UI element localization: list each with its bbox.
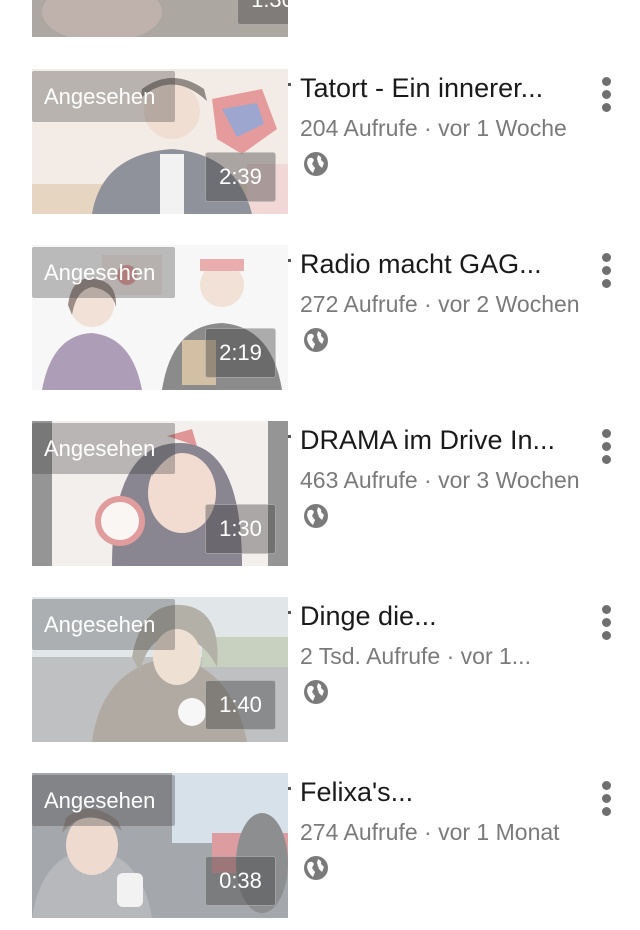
title-marker: [288, 83, 291, 86]
video-item[interactable]: Angesehen 0:38 Felixa's... 274 Aufrufe ·…: [0, 773, 640, 918]
video-list: 1:30 Angesehen 2:39 Tatort - Ein innerer…: [0, 0, 640, 930]
video-title[interactable]: Radio macht GAG...: [300, 245, 582, 283]
video-duration: 2:19: [205, 328, 276, 378]
video-thumbnail[interactable]: 1:30: [32, 0, 288, 37]
video-item[interactable]: Angesehen 2:39 Tatort - Ein innerer... 2…: [0, 69, 640, 214]
video-duration: 1:40: [205, 680, 276, 730]
video-item-partial[interactable]: 1:30: [0, 0, 640, 37]
video-item[interactable]: Angesehen 1:40 Dinge die... 2 Tsd. Aufru…: [0, 597, 640, 742]
watched-badge: Angesehen: [32, 71, 175, 122]
video-duration: 0:38: [205, 856, 276, 906]
globe-icon: [304, 328, 328, 352]
more-vert-icon[interactable]: [596, 603, 618, 643]
more-vert-icon[interactable]: [596, 251, 618, 291]
video-duration: 1:30: [205, 504, 276, 554]
video-title[interactable]: DRAMA im Drive In...: [300, 421, 582, 459]
video-item[interactable]: Angesehen 2:19 Radio macht GAG... 272 Au…: [0, 245, 640, 390]
title-marker: [288, 435, 291, 438]
more-vert-icon[interactable]: [596, 427, 618, 467]
video-meta: 2 Tsd. Aufrufe · vor 1...: [300, 643, 531, 669]
globe-icon: [304, 856, 328, 880]
video-meta: 204 Aufrufe · vor 1 Woche: [300, 115, 567, 141]
globe-icon: [304, 152, 328, 176]
video-meta: 272 Aufrufe · vor 2 Wochen: [300, 291, 580, 317]
watched-badge: Angesehen: [32, 247, 175, 298]
globe-icon: [304, 504, 328, 528]
video-item[interactable]: Angesehen 1:30 DRAMA im Drive In... 463 …: [0, 421, 640, 566]
globe-icon: [304, 680, 328, 704]
video-meta: 463 Aufrufe · vor 3 Wochen: [300, 467, 580, 493]
video-duration: 2:39: [205, 152, 276, 202]
title-marker: [288, 787, 291, 790]
video-title[interactable]: Felixa's...: [300, 773, 582, 811]
video-duration: 1:30: [237, 0, 288, 25]
more-vert-icon[interactable]: [596, 75, 618, 115]
more-vert-icon[interactable]: [596, 779, 618, 819]
watched-badge: Angesehen: [32, 599, 175, 650]
video-title[interactable]: Tatort - Ein innerer...: [300, 69, 582, 107]
title-marker: [288, 611, 291, 614]
video-meta: 274 Aufrufe · vor 1 Monat: [300, 819, 560, 845]
watched-badge: Angesehen: [32, 423, 175, 474]
video-title[interactable]: Dinge die...: [300, 597, 582, 635]
title-marker: [288, 259, 291, 262]
watched-badge: Angesehen: [32, 775, 175, 826]
